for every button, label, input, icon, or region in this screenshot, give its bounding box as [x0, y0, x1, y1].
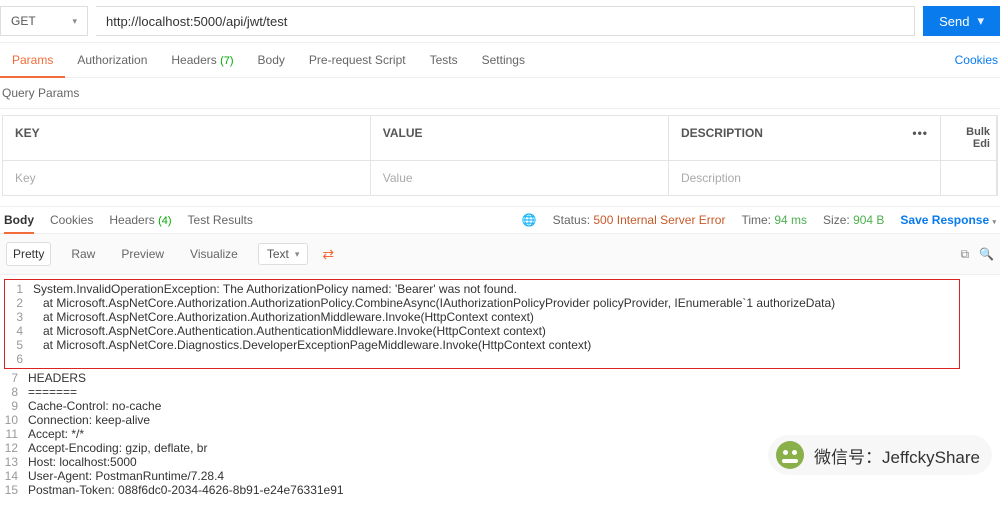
bulk-edit-link[interactable]: Bulk Edi: [941, 116, 997, 160]
watermark: 微信号：JeffckyShare: [768, 435, 992, 475]
send-button[interactable]: Send ▾: [923, 6, 1000, 36]
size-text: Size: 904 B: [823, 213, 884, 227]
wechat-icon: [776, 441, 804, 469]
search-icon[interactable]: 🔍: [979, 247, 994, 262]
cookies-link[interactable]: Cookies: [953, 43, 1000, 77]
col-desc: DESCRIPTION: [669, 116, 900, 160]
tab-tests[interactable]: Tests: [418, 43, 470, 77]
resp-tab-test-results[interactable]: Test Results: [188, 213, 253, 227]
row-actions[interactable]: •••: [900, 116, 941, 160]
col-key: KEY: [3, 116, 371, 160]
wrap-toggle-icon[interactable]: ⇄: [322, 246, 334, 263]
time-text: Time: 94 ms: [741, 213, 807, 227]
method-select[interactable]: GET ▾: [0, 6, 88, 36]
value-input[interactable]: Value: [371, 161, 669, 195]
chevron-down-icon: ▾: [72, 16, 77, 27]
tab-headers[interactable]: Headers (7): [159, 43, 245, 77]
resp-tab-headers[interactable]: Headers (4): [109, 213, 171, 227]
tab-prerequest[interactable]: Pre-request Script: [297, 43, 418, 77]
chevron-down-icon: ▾: [977, 13, 984, 29]
desc-input[interactable]: Description: [669, 161, 901, 195]
error-highlight-box: 1System.InvalidOperationException: The A…: [4, 279, 960, 369]
resp-tab-body[interactable]: Body: [4, 213, 34, 227]
status-text: Status: 500 Internal Server Error: [553, 213, 726, 227]
save-response-button[interactable]: Save Response ▾: [900, 213, 996, 227]
view-preview[interactable]: Preview: [115, 243, 170, 265]
key-input[interactable]: Key: [3, 161, 371, 195]
view-pretty[interactable]: Pretty: [6, 242, 51, 266]
resp-tab-cookies[interactable]: Cookies: [50, 213, 93, 227]
col-value: VALUE: [371, 116, 669, 160]
view-visualize[interactable]: Visualize: [184, 243, 244, 265]
query-params-table: KEY VALUE DESCRIPTION ••• Bulk Edi Key V…: [2, 115, 998, 196]
tab-params[interactable]: Params: [0, 43, 65, 77]
copy-icon[interactable]: ⧉: [960, 247, 969, 262]
method-value: GET: [11, 14, 36, 28]
url-input[interactable]: [96, 6, 915, 36]
globe-icon[interactable]: 🌐: [522, 213, 537, 227]
tab-body[interactable]: Body: [246, 43, 297, 77]
tab-authorization[interactable]: Authorization: [65, 43, 159, 77]
body-mode-select[interactable]: Text▾: [258, 243, 309, 265]
tab-settings[interactable]: Settings: [470, 43, 537, 77]
view-raw[interactable]: Raw: [65, 243, 101, 265]
query-params-title: Query Params: [0, 78, 1000, 109]
